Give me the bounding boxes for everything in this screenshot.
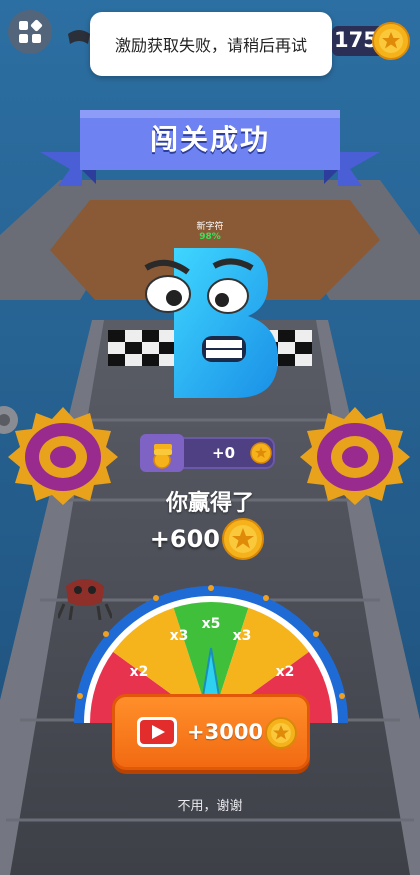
saw-blade-right bbox=[300, 407, 410, 505]
new-character-label: 新字符 bbox=[196, 222, 224, 232]
reward-bar-value: +0 bbox=[212, 444, 236, 462]
wheel-label: x3 bbox=[169, 628, 189, 644]
coin-icon bbox=[265, 717, 297, 749]
wheel-label: x2 bbox=[275, 664, 295, 680]
coin-icon bbox=[222, 518, 264, 560]
wheel-label: x5 bbox=[201, 616, 221, 632]
coin-icon bbox=[372, 22, 410, 60]
video-play-icon bbox=[137, 717, 177, 747]
watch-ad-amount: +3000 bbox=[187, 720, 264, 744]
no-thanks-link[interactable]: 不用，谢谢 bbox=[150, 795, 270, 814]
side-gear-icon bbox=[0, 406, 18, 434]
grid-menu-icon bbox=[19, 19, 43, 43]
progress-percent: 98% bbox=[199, 232, 221, 242]
level-complete-title: 闯关成功 bbox=[149, 123, 270, 156]
reward-progress-bar: +0 bbox=[140, 434, 276, 472]
letter-b-character bbox=[144, 248, 278, 398]
coin-icon bbox=[250, 442, 272, 464]
saw-blade-left bbox=[8, 407, 118, 505]
won-amount: +600 bbox=[149, 525, 220, 553]
menu-button[interactable] bbox=[8, 10, 52, 54]
watch-ad-button[interactable]: +3000 bbox=[112, 694, 310, 770]
you-won-label: 你赢得了 bbox=[165, 491, 254, 516]
toast-message: 激励获取失败，请稍后再试 bbox=[90, 12, 332, 76]
level-complete-banner: 闯关成功 bbox=[40, 108, 380, 188]
coin-counter: 175 bbox=[332, 22, 412, 60]
coin-count: 175 bbox=[334, 28, 378, 52]
wheel-label: x3 bbox=[232, 628, 252, 644]
wheel-label: x2 bbox=[129, 664, 149, 680]
